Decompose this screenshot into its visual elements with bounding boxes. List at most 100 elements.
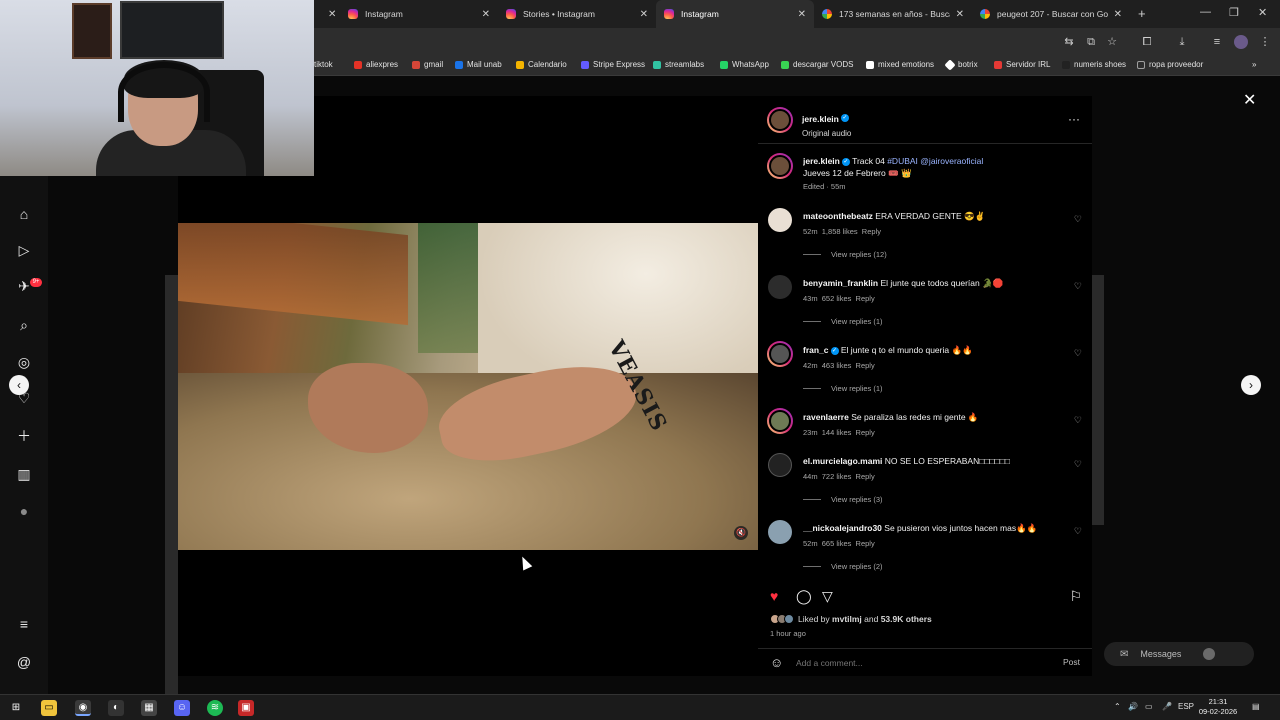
close-icon[interactable]: ✕	[1114, 9, 1122, 20]
spotify-icon[interactable]: ≋	[207, 700, 223, 716]
share-icon[interactable]: ▽	[822, 588, 833, 605]
view-replies-button[interactable]: View replies (12)	[803, 250, 887, 259]
comment-likes[interactable]: 652 likes	[822, 294, 852, 303]
bookmark-star-icon[interactable]: ☆	[1105, 35, 1119, 49]
reply-button[interactable]: Reply	[856, 294, 875, 303]
view-replies-button[interactable]: View replies (2)	[803, 562, 883, 571]
comment-username[interactable]: benyamin_franklin	[803, 278, 878, 288]
bookmark-whatsapp[interactable]: WhatsApp	[720, 60, 769, 69]
notifications-icon[interactable]: ▤	[1252, 702, 1260, 711]
bookmark-botrix[interactable]: botrix	[944, 58, 978, 71]
obs-icon[interactable]: ◐	[108, 700, 124, 716]
tab-search-icon[interactable]: ≡	[1210, 35, 1224, 49]
commenter-avatar[interactable]	[767, 408, 793, 434]
bookmark-stripe-express[interactable]: Stripe Express	[581, 60, 645, 69]
screen-capture-icon[interactable]: ⧉	[1084, 35, 1098, 49]
commenter-avatar[interactable]	[768, 453, 792, 477]
close-icon[interactable]: ✕	[956, 9, 964, 20]
author-avatar[interactable]	[767, 107, 793, 133]
microphone-icon[interactable]: 🎤	[1162, 702, 1172, 711]
comment-username[interactable]: mateoonthebeatz	[803, 211, 873, 221]
author-avatar[interactable]	[767, 153, 793, 179]
minimize-icon[interactable]: —	[1200, 6, 1211, 18]
translate-icon[interactable]: ⇆	[1062, 35, 1076, 49]
messages-button[interactable]: ✉ Messages	[1104, 642, 1254, 666]
bookmark-gmail[interactable]: gmail	[412, 60, 443, 69]
download-icon[interactable]: ⤓	[1175, 35, 1189, 49]
author-username[interactable]: jere.klein	[802, 114, 839, 124]
commenter-avatar[interactable]	[768, 520, 792, 544]
window-close-icon[interactable]: ✕	[1258, 6, 1267, 19]
discord-icon[interactable]: ☺	[174, 700, 190, 716]
home-icon[interactable]: ⌂	[14, 204, 34, 224]
extensions-icon[interactable]: ⧠	[1140, 35, 1154, 49]
reply-button[interactable]: Reply	[856, 472, 875, 481]
search-icon[interactable]: ⌕	[14, 315, 34, 335]
emoji-icon[interactable]: ☺	[770, 655, 783, 670]
commenter-avatar[interactable]	[768, 275, 792, 299]
comment-input[interactable]	[796, 655, 1036, 671]
comment-likes[interactable]: 722 likes	[822, 472, 852, 481]
threads-icon[interactable]: @	[14, 652, 34, 672]
hashtag-link[interactable]: #DUBAI	[887, 156, 918, 166]
profile-avatar-icon[interactable]	[1234, 35, 1248, 49]
bookmark-mixed-emotions[interactable]: mixed emotions	[866, 60, 934, 69]
tab-google-search-2[interactable]: peugeot 207 - Buscar con Goo ✕	[972, 0, 1130, 28]
mute-icon[interactable]: 🔇	[734, 526, 748, 540]
comment-icon[interactable]: ◯	[796, 588, 812, 605]
reply-button[interactable]: Reply	[856, 428, 875, 437]
new-tab-icon[interactable]: +	[1138, 6, 1146, 21]
next-post-icon[interactable]: ›	[1241, 375, 1261, 395]
comment-like-icon[interactable]: ♡	[1074, 214, 1082, 225]
post-comment-button[interactable]: Post	[1063, 657, 1080, 667]
kebab-menu-icon[interactable]: ⋮	[1258, 35, 1272, 49]
reels-icon[interactable]: ▷	[14, 240, 34, 260]
comment-like-icon[interactable]: ♡	[1074, 348, 1082, 359]
view-replies-button[interactable]: View replies (1)	[803, 384, 883, 393]
volume-icon[interactable]: 🔊	[1128, 702, 1138, 711]
comment-username[interactable]: __nickoalejandro30	[803, 523, 882, 533]
network-icon[interactable]: ▭	[1145, 702, 1153, 711]
tab-stories-instagram[interactable]: Stories • Instagram ✕	[498, 0, 656, 28]
bookmark-calendario[interactable]: Calendario	[516, 60, 567, 69]
language-indicator[interactable]: ESP	[1178, 702, 1194, 711]
bookmark-tiktok[interactable]: tiktok	[314, 60, 333, 69]
post-video[interactable]: VEASIS 🔇	[178, 223, 758, 550]
comment-likes[interactable]: 1,858 likes	[822, 227, 858, 236]
menu-icon[interactable]: ≡	[14, 614, 34, 634]
comment-likes[interactable]: 144 likes	[822, 428, 852, 437]
likes-count[interactable]: 53.9K others	[881, 614, 932, 624]
bookmark-mail-unab[interactable]: Mail unab	[455, 60, 502, 69]
tab-instagram-1[interactable]: Instagram ✕	[340, 0, 498, 28]
insights-icon[interactable]: ▥	[14, 464, 34, 484]
tray-overflow-icon[interactable]: ⌃	[1114, 702, 1121, 711]
maximize-icon[interactable]: ❐	[1229, 6, 1239, 19]
file-explorer-icon[interactable]: ▭	[41, 700, 57, 716]
comment-likes[interactable]: 665 likes	[822, 539, 852, 548]
close-modal-icon[interactable]: ✕	[1243, 90, 1256, 110]
close-icon[interactable]: ✕	[328, 9, 336, 20]
view-replies-button[interactable]: View replies (1)	[803, 317, 883, 326]
close-icon[interactable]: ✕	[482, 9, 490, 20]
store-icon[interactable]: ▦	[141, 700, 157, 716]
bookmark-descargar-vods[interactable]: descargar VODS	[781, 60, 853, 69]
bookmark-ropa-proveedor[interactable]: ropa proveedor	[1137, 60, 1203, 69]
tab-instagram-active[interactable]: Instagram ✕	[656, 0, 814, 28]
tab-close-partial[interactable]: ✕	[314, 0, 336, 28]
bookmark-servidor-irl[interactable]: Servidor IRL	[994, 60, 1050, 69]
mention-link[interactable]: @jairoveraoficial	[920, 156, 983, 166]
bookmark-numeris-shoes[interactable]: numeris shoes	[1062, 60, 1126, 69]
comment-like-icon[interactable]: ♡	[1074, 281, 1082, 292]
system-clock[interactable]: 21:31 09-02-2026	[1196, 697, 1240, 717]
comment-username[interactable]: el.murcielago.mami	[803, 456, 882, 466]
commenter-avatar[interactable]	[767, 341, 793, 367]
comment-username[interactable]: ravenlaerre	[803, 412, 849, 422]
tab-google-search-1[interactable]: 173 semanas en años - Buscar ✕	[814, 0, 972, 28]
bookmark-aliexpres[interactable]: aliexpres	[354, 60, 398, 69]
bookmark-streamlabs[interactable]: streamlabs	[653, 60, 704, 69]
app-icon[interactable]: ▣	[238, 700, 254, 716]
post-timestamp[interactable]: 1 hour ago	[770, 629, 806, 638]
reply-button[interactable]: Reply	[856, 539, 875, 548]
view-replies-button[interactable]: View replies (3)	[803, 495, 883, 504]
previous-post-icon[interactable]: ‹	[9, 375, 29, 395]
